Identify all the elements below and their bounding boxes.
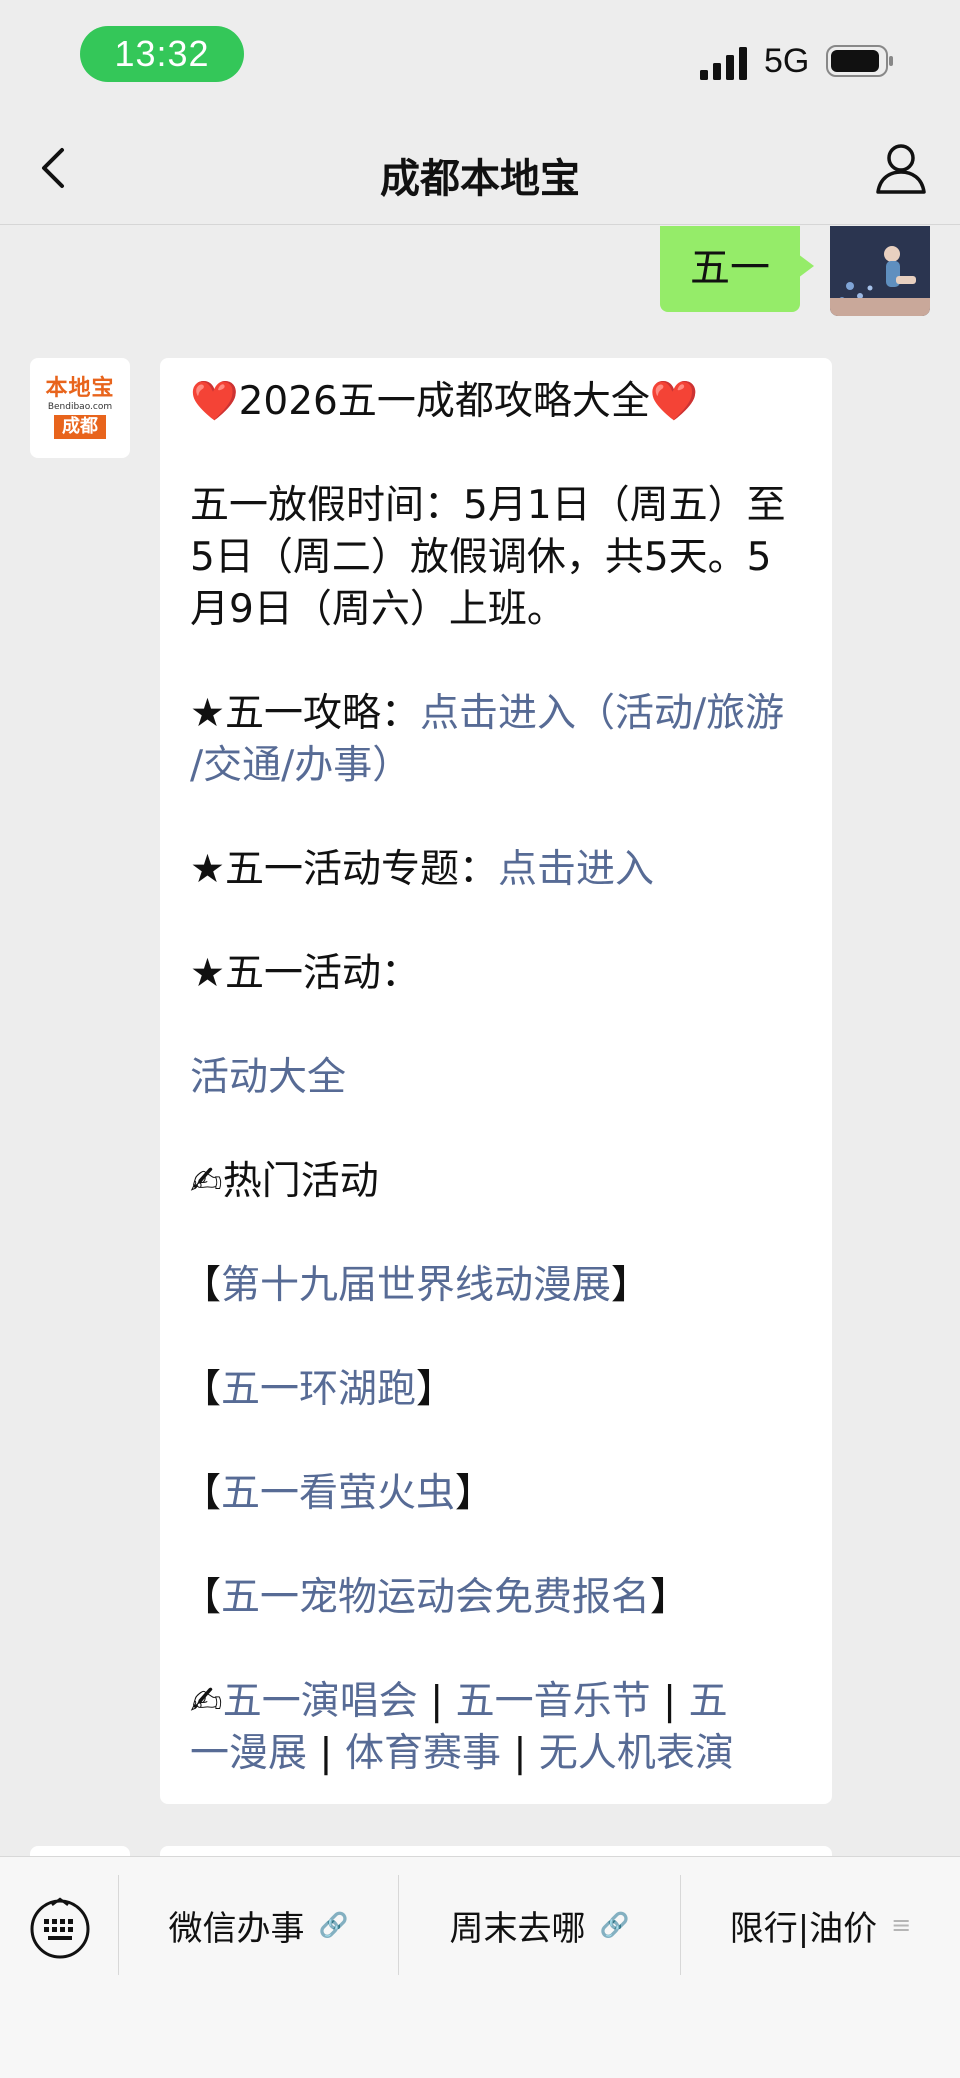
hot-activity-label: 热门活动 (222, 1159, 379, 1204)
link-icon: 🔗 (318, 1911, 349, 1939)
menu-label: 周末去哪 (449, 1908, 586, 1949)
guide-line: ★五一攻略：点击进入（活动/旅游 (190, 688, 802, 740)
message-title: 2026五一成都攻略大全 (238, 379, 650, 424)
bottom-menu-bar: 微信办事 🔗 周末去哪 🔗 限行|油价 ≡ (0, 1856, 960, 2078)
bracket: 】 (611, 1263, 651, 1308)
topic-label: ★五一活动专题： (190, 847, 498, 892)
status-bar: 13:32 5G (0, 0, 960, 110)
topic-line: ★五一活动专题：点击进入 (190, 844, 802, 896)
sent-message-text: 五一 (690, 245, 770, 291)
holiday-line: 五一放假时间：5月1日（周五）至 (190, 483, 786, 528)
message-title-line: ❤️2026五一成都攻略大全❤️ (190, 376, 802, 428)
anime-expo-link-cont[interactable]: 一漫展 (190, 1731, 307, 1776)
bracket: 】 (650, 1575, 690, 1620)
activity-all-link[interactable]: 活动大全 (190, 1055, 346, 1100)
menu-label: 限行|油价 (729, 1908, 878, 1949)
writing-hand-icon: ✍ (190, 1159, 223, 1204)
heart-icon: ❤️ (649, 379, 699, 424)
sports-link[interactable]: 体育赛事 (345, 1731, 501, 1776)
sent-message-bubble[interactable]: 五一 (660, 226, 814, 312)
logo-text: 本地宝 (45, 376, 115, 401)
logo-city: 成都 (54, 415, 106, 439)
event-line: 【五一看萤火虫】 (182, 1468, 802, 1520)
next-message-bubble (160, 1846, 832, 1856)
guide-line-cont: /交通/办事） (190, 740, 802, 792)
chat-area[interactable]: 五一 本地宝 Bendibao.com 成都 ❤️2026五一成都攻略大全❤️ … (0, 226, 960, 1856)
bracket: 【 (182, 1471, 222, 1516)
menu-traffic-oil[interactable]: 限行|油价 ≡ (680, 1875, 960, 1975)
separator: | (307, 1731, 345, 1776)
music-festival-link[interactable]: 五一音乐节 (456, 1679, 651, 1724)
next-message-avatar (30, 1846, 130, 1856)
drone-show-link[interactable]: 无人机表演 (539, 1731, 734, 1776)
logo-domain: Bendibao.com (47, 402, 113, 412)
guide-link[interactable]: 点击进入（活动/旅游 (420, 691, 784, 736)
event-link-4[interactable]: 五一宠物运动会免费报名 (221, 1575, 650, 1620)
account-avatar[interactable]: 本地宝 Bendibao.com 成都 (30, 358, 130, 458)
chat-title: 成都本地宝 (380, 156, 580, 202)
bracket: 【 (182, 1263, 222, 1308)
keyboard-icon[interactable] (28, 1897, 92, 1961)
link-icon: 🔗 (599, 1911, 630, 1939)
received-message-bubble: ❤️2026五一成都攻略大全❤️ 五一放假时间：5月1日（周五）至 5日（周二）… (160, 358, 832, 1804)
holiday-line: 月9日（周六）上班。 (190, 587, 566, 632)
event-link-3[interactable]: 五一看萤火虫 (221, 1471, 455, 1516)
menu-label: 微信办事 (168, 1908, 305, 1949)
writing-hand-icon: ✍ (190, 1679, 223, 1724)
separator: | (650, 1679, 689, 1724)
topic-link[interactable]: 点击进入 (498, 847, 654, 892)
guide-link-cont[interactable]: /交通/办事） (190, 743, 411, 788)
more-links-line: ✍五一演唱会 | 五一音乐节 | 五 (190, 1676, 802, 1728)
menu-weekend[interactable]: 周末去哪 🔗 (398, 1875, 680, 1975)
event-line: 【第十九届世界线动漫展】 (182, 1260, 802, 1312)
profile-icon[interactable] (874, 140, 928, 196)
more-links-line-cont: 一漫展 | 体育赛事 | 无人机表演 (190, 1728, 802, 1780)
signal-icon (700, 47, 747, 80)
guide-label: ★五一攻略： (190, 691, 420, 736)
bracket: 】 (416, 1367, 456, 1412)
menu-icon: ≡ (891, 1911, 912, 1939)
event-line: 【五一环湖跑】 (182, 1364, 802, 1416)
status-time: 13:32 (80, 26, 244, 82)
event-link-2[interactable]: 五一环湖跑 (221, 1367, 416, 1412)
concert-link[interactable]: 五一演唱会 (223, 1679, 418, 1724)
menu-wechat-services[interactable]: 微信办事 🔗 (118, 1875, 398, 1975)
network-label: 5G (764, 42, 810, 80)
anime-expo-link[interactable]: 五 (689, 1679, 728, 1724)
bracket: 【 (182, 1367, 222, 1412)
bracket: 】 (455, 1471, 495, 1516)
battery-icon (826, 45, 893, 77)
bracket: 【 (182, 1575, 222, 1620)
hot-activity-line: ✍热门活动 (190, 1156, 802, 1208)
separator: | (500, 1731, 539, 1776)
event-line: 【五一宠物运动会免费报名】 (182, 1572, 802, 1624)
activity-label: ★五一活动： (190, 951, 420, 996)
event-link-1[interactable]: 第十九届世界线动漫展 (221, 1263, 611, 1308)
nav-bar: 成都本地宝 (0, 110, 960, 225)
separator: | (417, 1679, 456, 1724)
holiday-line: 5日（周二）放假调休，共5天。5 (190, 535, 772, 580)
heart-icon: ❤️ (190, 379, 239, 424)
user-avatar[interactable] (830, 226, 930, 316)
